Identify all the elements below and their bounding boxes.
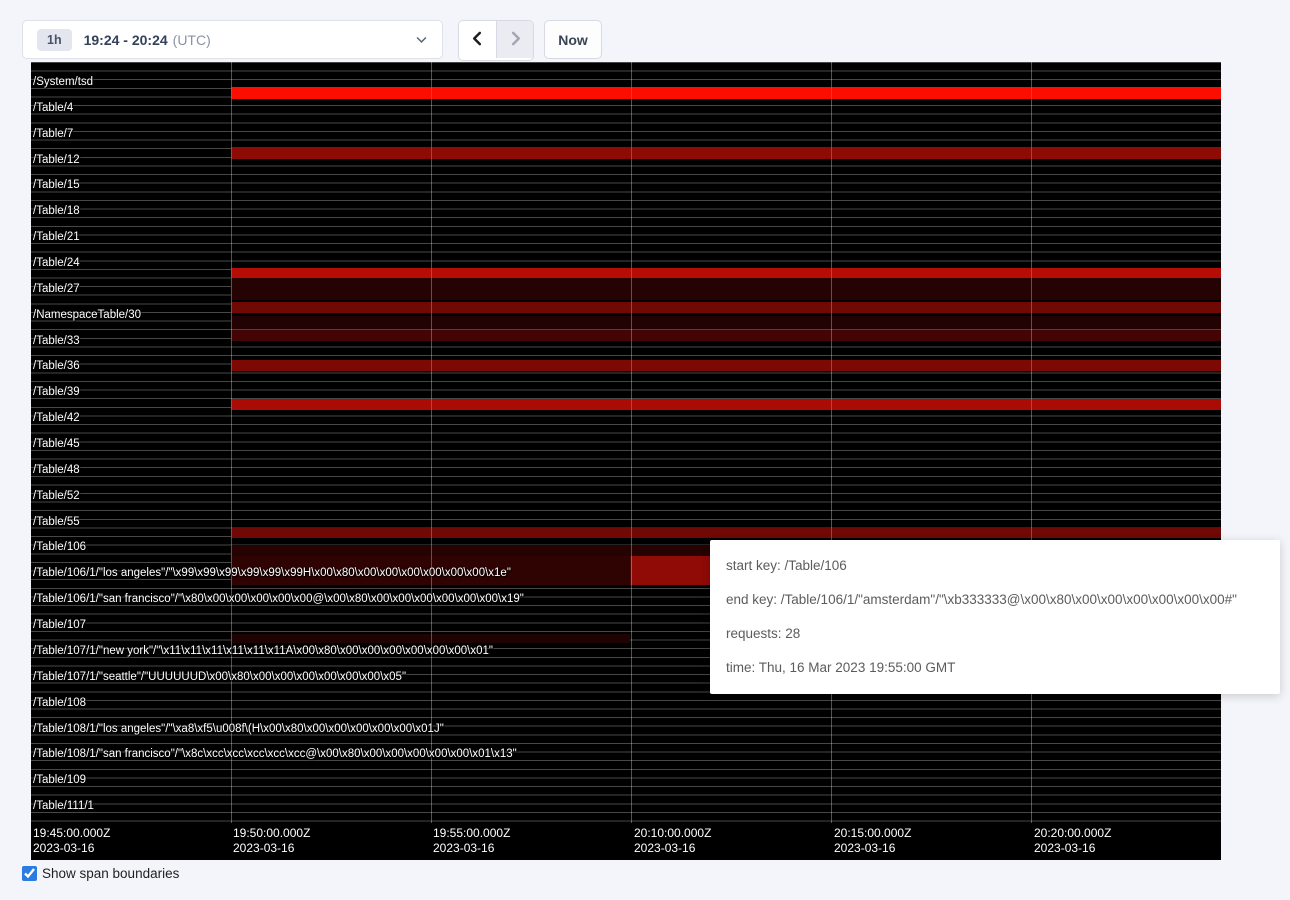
x-axis-date: 2023-03-16 — [1034, 841, 1111, 856]
row-label: /Table/108/1/"los angeles"/"\xa8\xf5\u00… — [33, 723, 444, 735]
time-gridline — [631, 62, 632, 823]
x-axis-time: 19:55:00.000Z — [433, 826, 510, 841]
row-label: /Table/48 — [33, 464, 80, 476]
row-label: /Table/33 — [33, 335, 80, 347]
chevron-left-icon — [470, 31, 485, 49]
x-axis-time: 20:10:00.000Z — [634, 826, 711, 841]
tooltip-start-key: start key: /Table/106 — [726, 549, 1264, 583]
row-label: /Table/7 — [33, 128, 73, 140]
span-band[interactable] — [231, 268, 1221, 278]
tooltip-end-key: end key: /Table/106/1/"amsterdam"/"\xb33… — [726, 583, 1264, 617]
span-band[interactable] — [231, 528, 1221, 538]
row-label: /Table/106/1/"san francisco"/"\x80\x00\x… — [33, 593, 524, 605]
now-button[interactable]: Now — [544, 20, 602, 59]
time-gridline — [1031, 62, 1032, 823]
time-range-timezone: (UTC) — [173, 32, 211, 48]
row-label: /Table/106 — [33, 541, 86, 553]
span-band[interactable] — [231, 330, 1221, 341]
row-label: /Table/12 — [33, 154, 80, 166]
time-range-duration-badge: 1h — [37, 29, 72, 51]
key-visualizer-canvas[interactable]: /System/tsd/Table/4/Table/7/Table/12/Tab… — [31, 62, 1221, 860]
row-label: /Table/52 — [33, 490, 80, 502]
x-axis-tick-label: 19:50:00.000Z2023-03-16 — [233, 826, 310, 856]
chevron-right-icon — [508, 31, 523, 49]
x-axis-date: 2023-03-16 — [634, 841, 711, 856]
x-axis-date: 2023-03-16 — [33, 841, 110, 856]
row-label: /NamespaceTable/30 — [33, 309, 141, 321]
x-axis-date: 2023-03-16 — [834, 841, 911, 856]
row-label: /Table/15 — [33, 179, 80, 191]
span-boundary-lines — [31, 62, 1221, 822]
x-axis-time: 20:20:00.000Z — [1034, 826, 1111, 841]
x-axis-time: 20:15:00.000Z — [834, 826, 911, 841]
span-tooltip: start key: /Table/106 end key: /Table/10… — [710, 540, 1280, 694]
prev-range-button[interactable] — [459, 21, 496, 58]
time-range-select[interactable]: 1h 19:24 - 20:24 (UTC) — [22, 20, 443, 59]
row-label: /Table/27 — [33, 283, 80, 295]
row-label: /Table/111/1 — [33, 800, 94, 812]
span-band[interactable] — [231, 147, 1221, 159]
show-span-boundaries-control[interactable]: Show span boundaries — [22, 866, 179, 881]
x-axis-tick-label: 20:10:00.000Z2023-03-16 — [634, 826, 711, 856]
row-label: /System/tsd — [33, 76, 93, 88]
x-axis-tick-label: 20:20:00.000Z2023-03-16 — [1034, 826, 1111, 856]
show-span-boundaries-label: Show span boundaries — [42, 866, 179, 881]
time-range-label: 19:24 - 20:24 — [84, 32, 168, 48]
time-gridline — [831, 62, 832, 823]
time-gridline — [231, 62, 232, 823]
span-band[interactable] — [231, 87, 1221, 99]
row-label: /Table/39 — [33, 386, 80, 398]
span-band[interactable] — [231, 316, 1221, 329]
span-band[interactable] — [231, 360, 1221, 371]
next-range-button[interactable] — [496, 21, 533, 58]
tooltip-time: time: Thu, 16 Mar 2023 19:55:00 GMT — [726, 651, 1264, 685]
chevron-down-icon — [415, 33, 428, 46]
show-span-boundaries-checkbox[interactable] — [22, 866, 37, 881]
span-band[interactable] — [231, 302, 1221, 313]
row-label: /Table/18 — [33, 205, 80, 217]
x-axis-time: 19:45:00.000Z — [33, 826, 110, 841]
tooltip-requests: requests: 28 — [726, 617, 1264, 651]
x-axis-tick-label: 19:45:00.000Z2023-03-16 — [33, 826, 110, 856]
row-label: /Table/4 — [33, 102, 73, 114]
row-label: /Table/45 — [33, 438, 80, 450]
row-label: /Table/107/1/"seattle"/"UUUUUUD\x00\x80\… — [33, 671, 406, 683]
row-label: /Table/109 — [33, 774, 86, 786]
x-axis-tick-label: 20:15:00.000Z2023-03-16 — [834, 826, 911, 856]
x-axis-time: 19:50:00.000Z — [233, 826, 310, 841]
row-label: /Table/55 — [33, 516, 80, 528]
row-label: /Table/108 — [33, 697, 86, 709]
x-axis-date: 2023-03-16 — [233, 841, 310, 856]
x-axis-tick-label: 19:55:00.000Z2023-03-16 — [433, 826, 510, 856]
span-band[interactable] — [231, 399, 1221, 410]
time-range-nav-group — [458, 20, 534, 61]
row-label: /Table/21 — [33, 231, 80, 243]
row-label: /Table/36 — [33, 360, 80, 372]
row-label: /Table/42 — [33, 412, 80, 424]
span-band[interactable] — [231, 278, 1221, 300]
row-label: /Table/106/1/"los angeles"/"\x99\x99\x99… — [33, 567, 511, 579]
row-label: /Table/24 — [33, 257, 80, 269]
time-gridline — [431, 62, 432, 823]
row-label: /Table/108/1/"san francisco"/"\x8c\xcc\x… — [33, 748, 517, 760]
row-label: /Table/107 — [33, 619, 86, 631]
x-axis-date: 2023-03-16 — [433, 841, 510, 856]
row-label: /Table/107/1/"new york"/"\x11\x11\x11\x1… — [33, 645, 493, 657]
